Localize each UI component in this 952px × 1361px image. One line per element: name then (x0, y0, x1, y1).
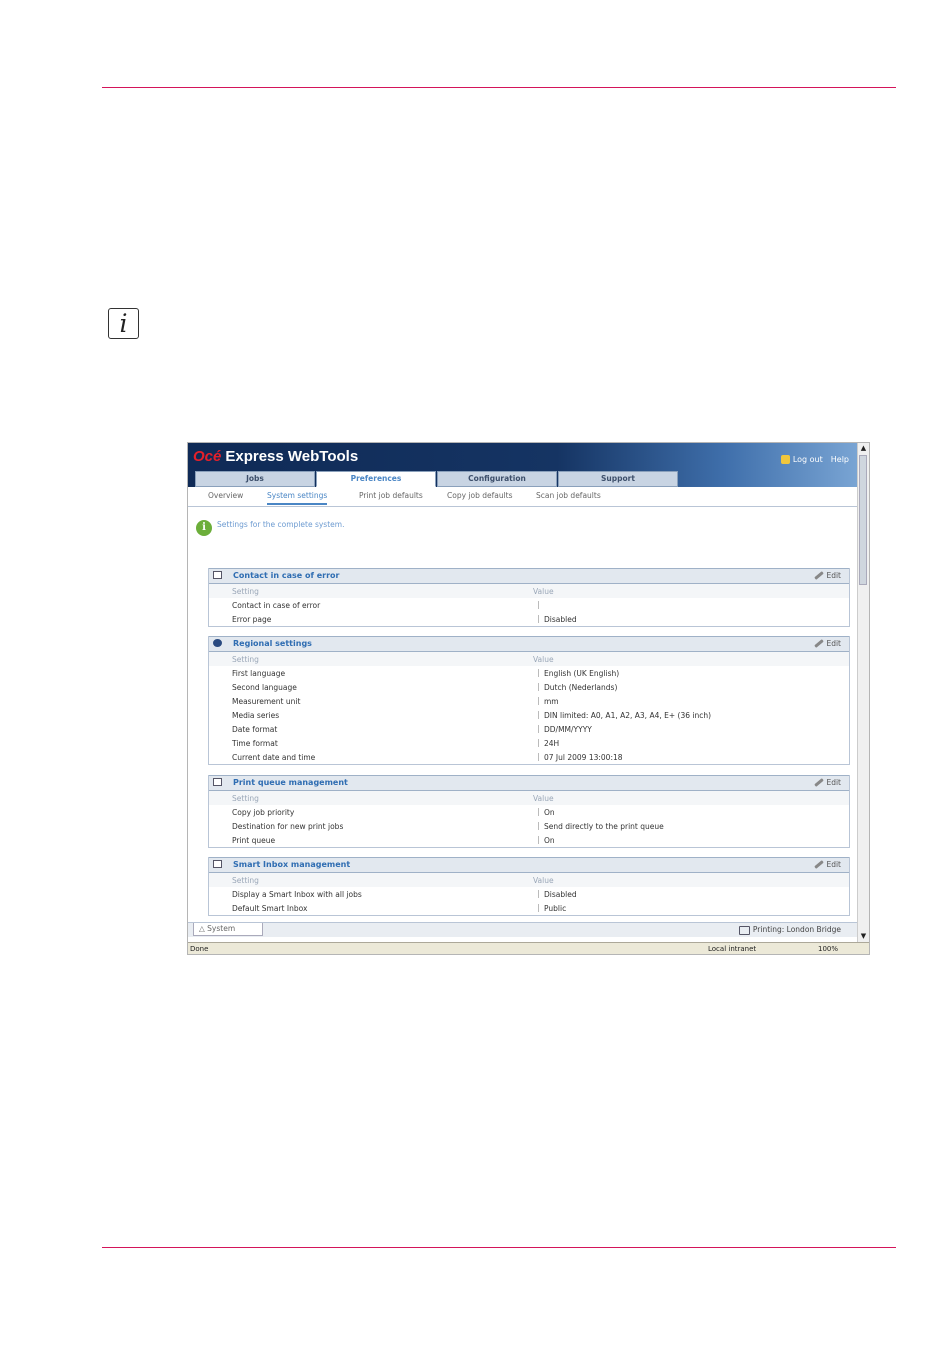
column-header-setting: Setting (232, 587, 259, 596)
column-header-value: Value (533, 876, 554, 885)
status-done: Done (190, 945, 209, 953)
section-header: Regional settings Edit (209, 636, 849, 652)
scroll-up-arrow-icon[interactable]: ▲ (858, 443, 869, 454)
pencil-icon (814, 860, 825, 869)
browser-status-bar: Done Local intranet 100% (188, 942, 869, 954)
column-header-value: Value (533, 655, 554, 664)
section-title: Smart Inbox management (233, 860, 351, 869)
bottom-rule (102, 1247, 896, 1248)
top-rule (102, 87, 896, 88)
globe-icon (213, 639, 222, 647)
column-header-setting: Setting (232, 876, 259, 885)
system-tab[interactable]: △ System (193, 923, 263, 936)
scroll-down-arrow-icon[interactable]: ▼ (858, 931, 869, 942)
column-header-row: Setting Value (209, 873, 849, 887)
pencil-icon (814, 571, 825, 580)
table-row: Second language Dutch (Nederlands) (232, 683, 618, 692)
envelope-icon (213, 571, 222, 579)
table-row: Destination for new print jobs Send direc… (232, 822, 664, 831)
table-row: Media series DIN limited: A0, A1, A2, A3,… (232, 711, 712, 720)
edit-button[interactable]: Edit (814, 571, 841, 580)
info-text: Settings for the complete system. (217, 520, 345, 529)
column-header-setting: Setting (232, 794, 259, 803)
system-bar: △ System Printing: London Bridge (188, 922, 859, 937)
section-title: Regional settings (233, 639, 312, 648)
column-header-row: Setting Value (209, 584, 849, 598)
tab-support[interactable]: Support (558, 471, 678, 487)
note-info-icon: i (108, 308, 139, 339)
header-links: Log out Help (780, 455, 849, 464)
app-title: Express WebTools (225, 448, 359, 465)
table-row: Copy job priority On (232, 808, 555, 817)
table-row: First language English (UK English) (232, 669, 620, 678)
table-row: Default Smart Inbox Public (232, 904, 567, 913)
section-contact-in-case-of-error: Contact in case of error Edit Setting Val… (208, 568, 850, 627)
pencil-icon (814, 639, 825, 648)
tab-jobs[interactable]: Jobs (195, 471, 315, 487)
table-row: Current date and time 07 Jul 2009 13:00:1… (232, 753, 623, 762)
section-title: Contact in case of error (233, 571, 340, 580)
edit-button[interactable]: Edit (814, 778, 841, 787)
info-icon: i (196, 520, 212, 536)
edit-button[interactable]: Edit (814, 860, 841, 869)
inbox-icon (213, 860, 222, 868)
column-header-row: Setting Value (209, 791, 849, 805)
browser-screenshot: Océ Express WebTools Log out Help Jobs Pr… (187, 442, 870, 955)
column-header-setting: Setting (232, 655, 259, 664)
section-title: Print queue management (233, 778, 348, 787)
table-row: Print queue On (232, 836, 555, 845)
vertical-scrollbar[interactable]: ▲ ▼ (857, 443, 869, 942)
section-header: Print queue management Edit (209, 775, 849, 791)
app-header: Océ Express WebTools Log out Help Jobs Pr… (188, 443, 859, 487)
subtab-copy-job-defaults[interactable]: Copy job defaults (447, 491, 513, 500)
section-smart-inbox-management: Smart Inbox management Edit Setting Value… (208, 857, 850, 916)
main-tabs: Jobs Preferences Configuration Support (195, 471, 678, 487)
subtab-overview[interactable]: Overview (208, 491, 243, 500)
section-header: Contact in case of error Edit (209, 568, 849, 584)
tab-configuration[interactable]: Configuration (437, 471, 557, 487)
brand-logo: Océ (193, 448, 222, 465)
sub-navigation: Overview System settings Print job defau… (188, 487, 859, 507)
tab-preferences[interactable]: Preferences (316, 471, 436, 487)
app-brand: Océ Express WebTools (193, 448, 358, 465)
scroll-thumb[interactable] (859, 455, 867, 585)
logout-icon (780, 455, 790, 464)
column-header-value: Value (533, 587, 554, 596)
table-row: Time format 24H (232, 739, 560, 748)
logout-link[interactable]: Log out (780, 455, 823, 464)
printer-icon (738, 925, 750, 935)
subtab-print-job-defaults[interactable]: Print job defaults (359, 491, 423, 500)
pencil-icon (814, 778, 825, 787)
table-row: Date format DD/MM/YYYY (232, 725, 592, 734)
subtab-scan-job-defaults[interactable]: Scan job defaults (536, 491, 601, 500)
column-header-value: Value (533, 794, 554, 803)
printing-status: Printing: London Bridge (738, 925, 841, 935)
table-row: Contact in case of error (209, 598, 849, 612)
zoom-level[interactable]: 100% (818, 945, 838, 953)
help-link[interactable]: Help (831, 455, 849, 464)
column-header-row: Setting Value (209, 652, 849, 666)
section-header: Smart Inbox management Edit (209, 857, 849, 873)
section-print-queue-management: Print queue management Edit Setting Value… (208, 775, 850, 848)
table-row: Display a Smart Inbox with all jobs Disab… (232, 890, 577, 899)
document-icon (213, 778, 222, 786)
edit-button[interactable]: Edit (814, 639, 841, 648)
status-zone: Local intranet (708, 945, 757, 953)
table-row: Measurement unit mm (232, 697, 559, 706)
subtab-system-settings[interactable]: System settings (267, 491, 328, 505)
table-row: Error page Disabled (232, 615, 577, 624)
section-regional-settings: Regional settings Edit Setting Value Firs… (208, 636, 850, 765)
warning-icon: △ (199, 924, 208, 933)
